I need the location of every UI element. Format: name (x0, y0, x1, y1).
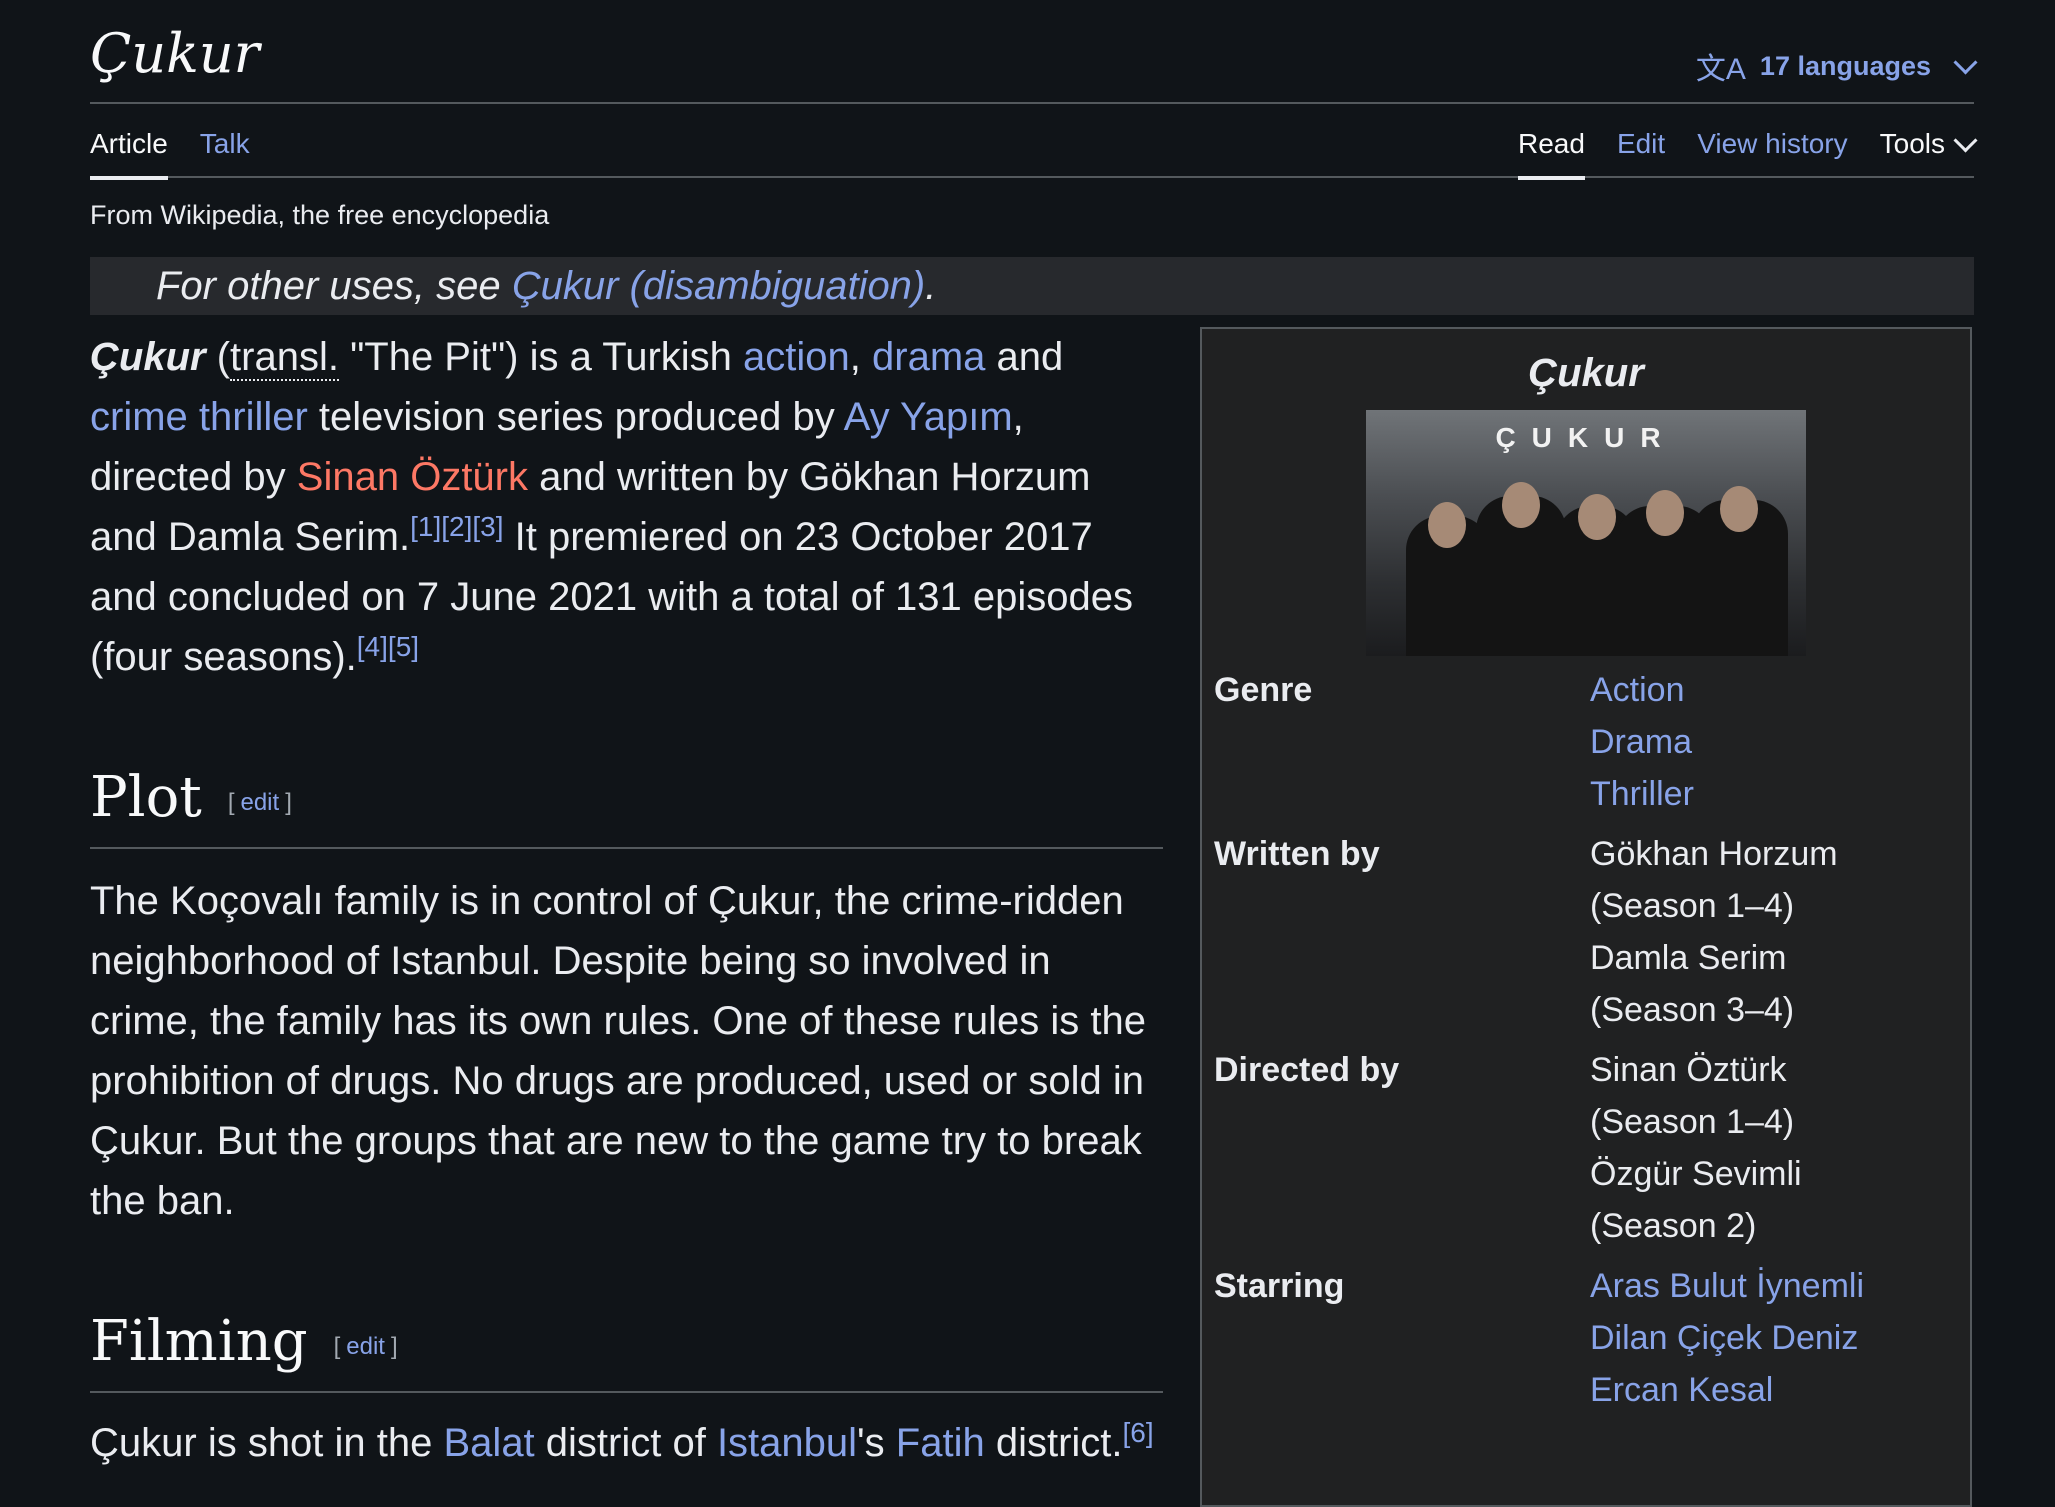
infobox-value: Sinan Öztürk (Season 1–4) Özgür Sevimli … (1590, 1044, 1960, 1252)
infobox-row-directed-by: Directed by Sinan Öztürk (Season 1–4) Öz… (1212, 1044, 1960, 1252)
languages-label[interactable]: 17 languages (1760, 51, 1931, 82)
fatih-link[interactable]: Fatih (896, 1421, 985, 1465)
director-seasons: (Season 2) (1590, 1207, 1757, 1245)
genre-link[interactable]: Action (1590, 664, 1960, 716)
actor-link[interactable]: Aras Bulut İynemli (1590, 1260, 1960, 1312)
hatnote: For other uses, see Çukur (disambiguatio… (90, 257, 1974, 315)
language-icon: 文A (1695, 53, 1746, 86)
section-edit: [edit] (334, 1317, 398, 1377)
tab-talk[interactable]: Talk (200, 128, 250, 178)
director-seasons: (Season 1–4) (1590, 1103, 1795, 1141)
section-edit: [edit] (228, 773, 292, 833)
drama-link[interactable]: drama (872, 335, 985, 379)
series-poster-image[interactable]: ÇUKUR (1366, 410, 1806, 656)
tab-article[interactable]: Article (90, 128, 168, 180)
infobox-title: Çukur (1528, 351, 1644, 395)
infobox-label: Starring (1214, 1267, 1345, 1305)
reference-link[interactable]: [1][2][3] (410, 511, 503, 542)
infobox-row-genre: Genre Action Drama Thriller (1212, 664, 1960, 820)
balat-link[interactable]: Balat (444, 1421, 535, 1465)
filming-paragraph: Çukur is shot in the Balat district of I… (90, 1413, 1163, 1473)
infobox-label: Genre (1214, 671, 1313, 709)
istanbul-link[interactable]: Istanbul (717, 1421, 857, 1465)
article-body: Çukur (transl. "The Pit") is a Turkish a… (90, 327, 1163, 1473)
article-page: Çukur 文A 17 languages Article Talk Read … (90, 0, 1978, 1507)
filming-text: district. (984, 1421, 1123, 1465)
director-name: Özgür Sevimli (1590, 1155, 1802, 1193)
infobox-row-written-by: Written by Gökhan Horzum (Season 1–4) Da… (1212, 828, 1960, 1036)
bracket: ] (390, 1333, 398, 1360)
filming-edit-link[interactable]: edit (346, 1333, 385, 1360)
genre-link[interactable]: Thriller (1590, 768, 1960, 820)
director-name: Sinan Öztürk (1590, 1051, 1787, 1089)
filming-heading-text: Filming (90, 1309, 308, 1374)
infobox-value: Gökhan Horzum (Season 1–4) Damla Serim (… (1590, 828, 1960, 1036)
genre-link[interactable]: Drama (1590, 716, 1960, 768)
poster-title-text: ÇUKUR (1495, 422, 1677, 453)
bracket: [ (333, 1333, 341, 1360)
site-tagline: From Wikipedia, the free encyclopedia (90, 200, 550, 230)
sinan-ozturk-link[interactable]: Sinan Öztürk (297, 455, 528, 499)
reference-link[interactable]: [6] (1123, 1417, 1154, 1448)
article-content: Çukur (transl. "The Pit") is a Turkish a… (90, 327, 1974, 1507)
infobox-label: Written by (1214, 835, 1380, 873)
intro-paragraph: Çukur (transl. "The Pit") is a Turkish a… (90, 327, 1163, 687)
actor-link[interactable]: Dilan Çiçek Deniz (1590, 1312, 1960, 1364)
title-row: Çukur 文A 17 languages (90, 0, 1978, 104)
page-tabs: Article Talk Read Edit View history Tool… (90, 104, 1978, 180)
infobox-label: Directed by (1214, 1051, 1400, 1089)
transl-abbr[interactable]: transl. (230, 335, 339, 381)
tab-read[interactable]: Read (1518, 128, 1585, 180)
intro-text: ( (205, 335, 231, 379)
crime-thriller-link[interactable]: crime thriller (90, 395, 308, 439)
filming-heading: Filming [edit] (90, 1307, 1163, 1393)
intro-text: and (985, 335, 1064, 379)
tools-menu[interactable]: Tools (1879, 127, 1978, 178)
intro-text: , (849, 335, 872, 379)
infobox: Çukur ÇUKUR Genre Action Drama Thriller … (1200, 327, 1972, 1507)
plot-edit-link[interactable]: edit (240, 789, 279, 816)
filming-text: 's (857, 1421, 896, 1465)
hatnote-suffix: . (925, 264, 937, 308)
infobox-value: Action Drama Thriller (1590, 664, 1960, 820)
plot-heading: Plot [edit] (90, 763, 1163, 849)
actor-link[interactable]: Ercan Kesal (1590, 1364, 1960, 1416)
intro-bold-title: Çukur (90, 335, 206, 379)
intro-text: television series produced by (307, 395, 844, 439)
filming-text: Çukur is shot in the (90, 1421, 444, 1465)
tools-label: Tools (1879, 128, 1945, 159)
chevron-down-icon (1953, 49, 1978, 75)
writer-seasons: (Season 3–4) (1590, 991, 1795, 1029)
chevron-down-icon (1953, 127, 1978, 153)
action-link[interactable]: action (743, 335, 850, 379)
plot-heading-text: Plot (90, 765, 202, 830)
writer-name: Gökhan Horzum (1590, 835, 1838, 873)
reference-link[interactable]: [4][5] (357, 631, 419, 662)
filming-text: district of (534, 1421, 717, 1465)
ay-yapim-link[interactable]: Ay Yapım (844, 395, 1013, 439)
page-title: Çukur (90, 22, 260, 85)
hatnote-prefix: For other uses, see (156, 264, 512, 308)
intro-text: "The Pit") is a Turkish (338, 335, 744, 379)
bracket: [ (227, 789, 235, 816)
writer-seasons: (Season 1–4) (1590, 887, 1795, 925)
language-selector[interactable]: 文A 17 languages (1695, 44, 1978, 88)
disambiguation-link[interactable]: Çukur (disambiguation) (512, 264, 926, 308)
bracket: ] (285, 789, 292, 816)
infobox-row-starring: Starring Aras Bulut İynemli Dilan Çiçek … (1212, 1260, 1960, 1416)
infobox-value: Aras Bulut İynemli Dilan Çiçek Deniz Erc… (1590, 1260, 1960, 1416)
tab-view-history[interactable]: View history (1697, 128, 1847, 178)
plot-paragraph: The Koçovalı family is in control of Çuk… (90, 879, 1146, 1223)
tab-edit[interactable]: Edit (1617, 128, 1665, 178)
writer-name: Damla Serim (1590, 939, 1787, 977)
